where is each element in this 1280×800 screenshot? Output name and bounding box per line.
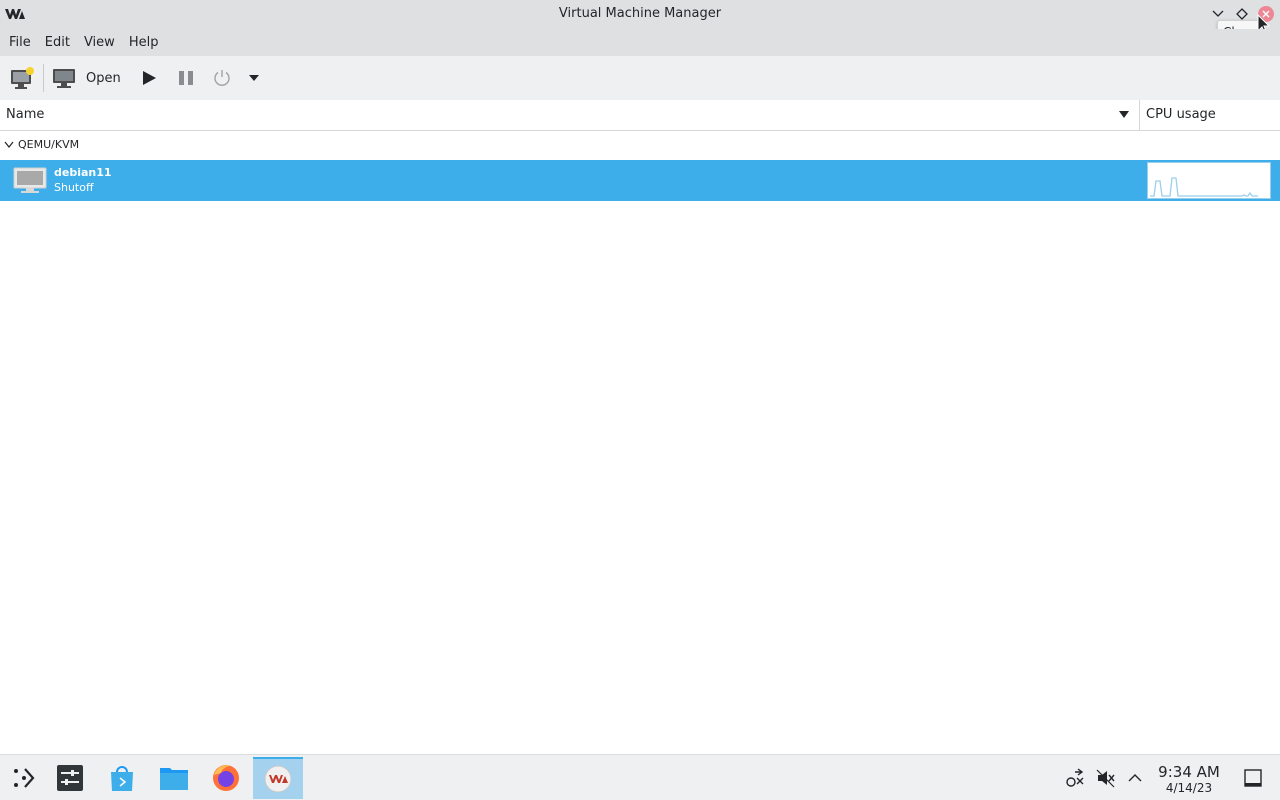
open-button[interactable]: Open [52,64,121,92]
pause-icon [179,71,193,85]
clock-time: 9:34 AM [1158,763,1220,781]
clock-date: 4/14/23 [1165,781,1213,795]
window-title: Virtual Machine Manager [558,6,722,21]
app-launcher[interactable] [0,757,48,799]
dropdown-arrow-icon [249,75,259,81]
chevron-up-icon [1128,774,1142,782]
taskbar-firefox[interactable] [202,757,250,799]
firefox-icon [213,765,239,791]
toolbar-separator [43,64,44,92]
vm-row[interactable]: debian11 Shutoff [0,160,1280,201]
tray-expander[interactable] [1125,768,1145,788]
toolbar: Open [0,56,1280,100]
file-manager-icon [160,768,188,790]
connection-label: QEMU/KVM [18,138,80,151]
run-button[interactable] [139,64,159,92]
connection-group-row[interactable]: QEMU/KVM [0,132,1280,159]
taskbar-system-settings[interactable] [46,757,94,799]
vm-status: Shutoff [54,181,94,194]
cpu-graph-line [1150,177,1258,197]
play-icon [143,71,156,85]
new-vm-icon [11,67,34,89]
cpu-usage-graph [1147,162,1271,199]
vm-monitor-icon [13,167,47,193]
taskbar-file-manager[interactable] [150,757,198,799]
menu-view[interactable]: View [77,29,122,56]
column-cpu-usage[interactable]: CPU usage [1146,107,1216,122]
volume-muted-icon [1096,769,1115,788]
show-desktop-button[interactable] [1243,768,1263,788]
virt-manager-icon [264,765,292,793]
taskbar-virt-manager[interactable] [253,757,303,799]
system-settings-icon [57,765,83,791]
chevron-down-icon [1212,10,1224,17]
column-divider[interactable] [1139,100,1140,131]
menu-file[interactable]: File [2,29,38,56]
menu-bar: File Edit View Help [0,29,1280,56]
discover-store-icon [111,766,133,791]
shutdown-menu-button[interactable] [246,64,262,92]
volume-tray[interactable] [1096,768,1116,788]
column-name[interactable]: Name [6,107,44,122]
open-label: Open [86,70,121,86]
taskbar-discover[interactable] [98,757,146,799]
app-launcher-icon [14,768,35,788]
power-icon [214,70,230,86]
chevron-down-icon[interactable] [4,141,14,149]
show-desktop-icon [1244,769,1262,787]
network-tray[interactable] [1065,768,1085,788]
taskbar: 9:34 AM 4/14/23 [0,754,1280,800]
vm-name: debian11 [54,166,112,179]
title-bar: Virtual Machine Manager [0,0,1280,29]
menu-help[interactable]: Help [122,29,166,56]
menu-edit[interactable]: Edit [38,29,77,56]
column-header: Name CPU usage [0,100,1280,131]
network-icon [1066,768,1084,787]
monitor-icon [53,69,75,88]
clock[interactable]: 9:34 AM 4/14/23 [1152,763,1226,796]
shutdown-button[interactable] [211,64,233,92]
diamond-icon [1236,8,1248,20]
sort-arrow-icon[interactable] [1119,111,1129,118]
pause-button[interactable] [176,64,196,92]
new-vm-button[interactable] [8,64,36,92]
